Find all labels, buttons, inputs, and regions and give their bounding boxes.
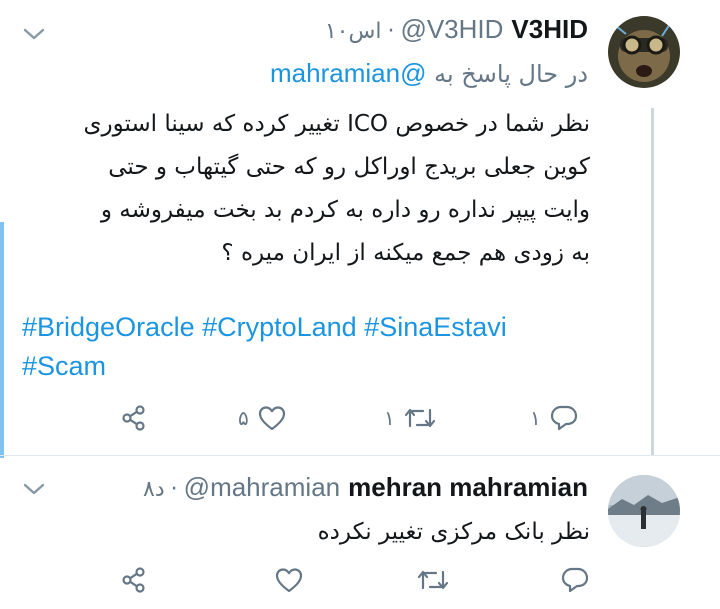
- like-button[interactable]: ۵: [238, 398, 287, 438]
- like-count: ۵: [238, 406, 249, 430]
- user-display-name[interactable]: V3HID: [511, 14, 588, 45]
- hashtag-link[interactable]: #CryptoLand: [202, 312, 364, 342]
- reply-icon: [550, 405, 577, 431]
- share-button[interactable]: [120, 560, 148, 600]
- chevron-down-icon[interactable]: [22, 26, 46, 42]
- user-handle[interactable]: @mahramian: [184, 472, 340, 503]
- hashtag-link[interactable]: #BridgeOracle: [22, 312, 202, 342]
- avatar[interactable]: [608, 16, 680, 88]
- tweet-text: نظر شما در خصوص ICO تغییر کرده که سینا ا…: [20, 103, 590, 275]
- tweet-header: ۱۰اس · @V3HID V3HID: [325, 14, 588, 45]
- reply-mention-link[interactable]: @mahramian: [270, 58, 426, 88]
- reply-count: ۱: [530, 406, 541, 430]
- hashtag-link[interactable]: #Scam: [22, 351, 106, 381]
- like-icon: [258, 406, 285, 431]
- reply-icon: [561, 567, 589, 593]
- hashtag-link[interactable]: #SinaEstavi: [364, 312, 507, 342]
- user-handle[interactable]: @V3HID: [400, 14, 503, 45]
- share-icon: [122, 405, 145, 431]
- like-button[interactable]: [266, 560, 304, 600]
- retweet-button[interactable]: ۱: [384, 398, 437, 438]
- avatar[interactable]: [608, 475, 680, 547]
- hashtag-list: #BridgeOracle #CryptoLand #SinaEstavi #S…: [22, 308, 582, 386]
- chevron-down-icon[interactable]: [22, 481, 46, 497]
- share-button[interactable]: [120, 398, 148, 438]
- tweet-text-line: وایت پیپر نداره رو داره به کردم بد بخت م…: [100, 197, 590, 223]
- reply-button[interactable]: ۱: [530, 398, 579, 438]
- retweet-icon: [417, 570, 449, 590]
- retweet-count: ۱: [384, 406, 395, 430]
- user-display-name[interactable]: mehran mahramian: [348, 472, 588, 503]
- replying-to-line: در حال پاسخ به @mahramian: [270, 58, 588, 89]
- tweet-timestamp[interactable]: ۱۰اس: [325, 19, 382, 44]
- tweet-timestamp[interactable]: ۸د: [143, 477, 165, 502]
- retweet-button[interactable]: [408, 560, 450, 600]
- tweet-header: ۸د · @mahramian mehran mahramian: [143, 472, 588, 503]
- tweet-v3hid[interactable]: ۱۰اس · @V3HID V3HID در حال پاسخ به @mahr…: [0, 0, 720, 455]
- tweet-text-line: کوین جعلی بریدج اوراکل رو که حتی گیتهاب …: [108, 154, 590, 180]
- tweet-text: نظر بانک مرکزی تغییر نکرده: [20, 511, 590, 554]
- reply-button[interactable]: [552, 560, 590, 600]
- replying-to-label: در حال پاسخ به: [434, 60, 588, 88]
- tweet-actions: [0, 560, 720, 600]
- tweet-actions: ۵ ۱ ۱: [0, 398, 720, 438]
- separator-dot: ·: [387, 19, 395, 44]
- share-icon: [122, 567, 145, 593]
- separator-dot: ·: [170, 477, 178, 502]
- like-icon: [275, 568, 303, 593]
- tweet-text-line: نظر بانک مرکزی تغییر نکرده: [317, 519, 590, 545]
- tweet-text-line: نظر شما در خصوص ICO تغییر کرده که سینا ا…: [83, 111, 590, 137]
- retweet-icon: [404, 408, 435, 428]
- tweet-text-line: به زودی هم جمع میکنه از ایران میره ؟: [221, 240, 590, 266]
